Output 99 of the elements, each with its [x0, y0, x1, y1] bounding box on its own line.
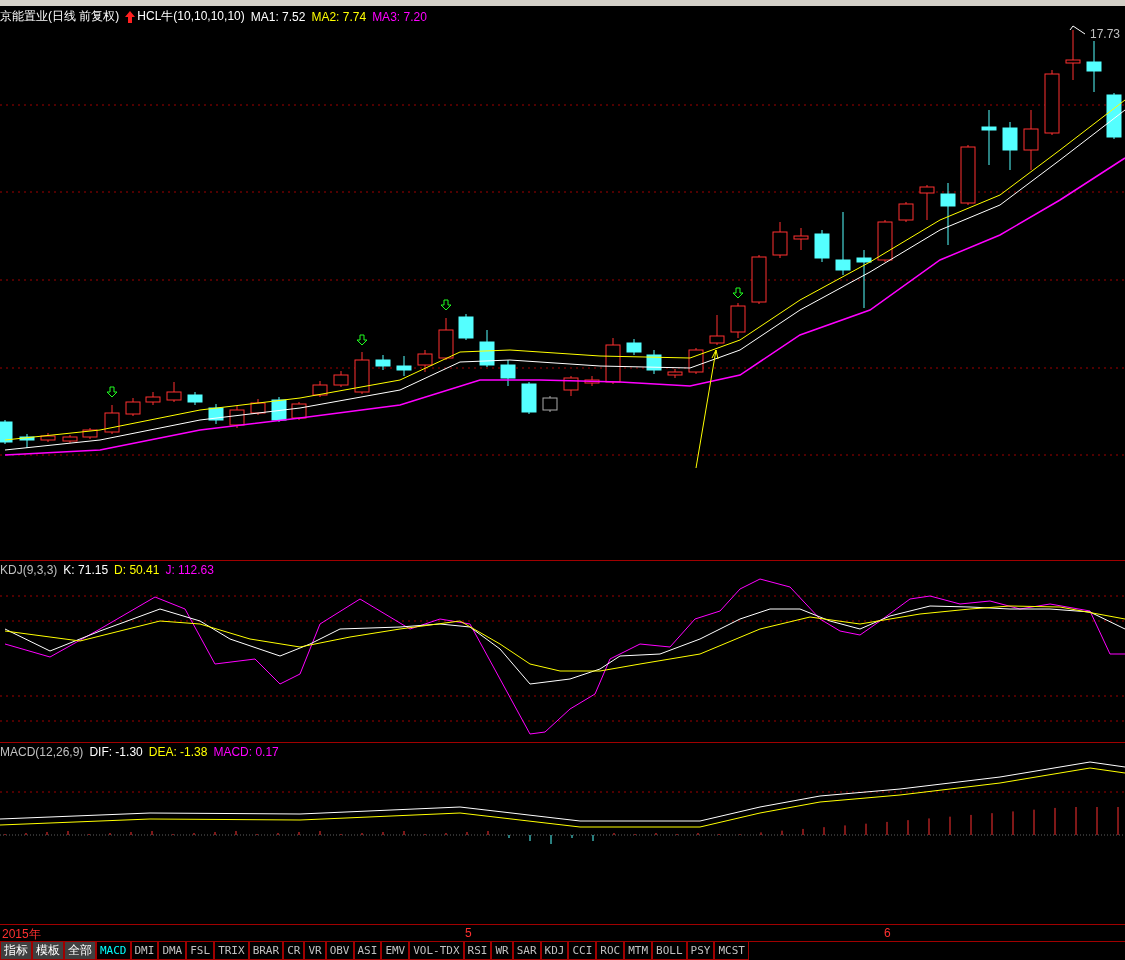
candlestick — [375, 354, 391, 371]
indicator-tab[interactable]: ROC — [596, 942, 625, 960]
candlestick — [1065, 29, 1081, 81]
candlestick — [208, 403, 224, 425]
candlestick — [856, 249, 872, 309]
candlestick — [187, 391, 203, 406]
legend-text: D: 50.41 — [114, 563, 160, 577]
down-arrow-icon — [732, 287, 744, 299]
indicator-tab[interactable]: EMV — [381, 942, 410, 960]
candlestick — [0, 419, 13, 445]
candlestick — [145, 391, 161, 406]
candlestick — [584, 375, 600, 387]
candlestick — [250, 398, 266, 416]
candlestick — [125, 397, 141, 417]
candlestick — [1106, 92, 1122, 140]
candlestick — [940, 182, 956, 246]
date-label: 5 — [465, 926, 472, 940]
down-arrow-icon — [356, 334, 368, 346]
candlestick — [981, 109, 997, 166]
indicator-tab[interactable]: BRAR — [248, 942, 284, 960]
candlestick — [793, 227, 809, 251]
price-label: 17.73 — [1088, 27, 1121, 41]
tool-button[interactable]: 全部 — [64, 942, 96, 960]
tool-button[interactable]: 模板 — [32, 942, 64, 960]
legend-text: DIF: -1.30 — [89, 745, 143, 759]
candlestick — [835, 211, 851, 276]
candlestick — [104, 404, 120, 435]
candlestick — [438, 317, 454, 361]
indicator-tab[interactable]: TRIX — [214, 942, 249, 960]
candlestick — [751, 254, 767, 305]
down-arrow-icon — [440, 299, 452, 311]
indicator-tab[interactable]: FSL — [186, 942, 215, 960]
indicator-tab[interactable]: SAR — [512, 942, 541, 960]
candlestick — [396, 355, 412, 377]
legend-text: MA1: 7.52 — [250, 9, 306, 24]
legend-text: DEA: -1.38 — [148, 745, 208, 759]
candlestick — [1044, 69, 1060, 136]
indicator-tab[interactable]: OBV — [325, 942, 354, 960]
candlestick — [166, 381, 182, 403]
indicator-tab[interactable]: RSI — [463, 942, 492, 960]
candlestick — [877, 219, 893, 263]
candlestick — [500, 359, 516, 387]
candlestick — [960, 144, 976, 206]
indicator-tab[interactable]: ASI — [353, 942, 382, 960]
candlestick — [605, 337, 621, 385]
chart-title: 京能置业(日线 前复权) — [0, 8, 120, 25]
down-arrow-icon — [106, 386, 118, 398]
candlestick — [229, 405, 245, 429]
indicator-tab[interactable]: DMA — [158, 942, 187, 960]
legend-text: MACD: 0.17 — [213, 745, 279, 759]
candlestick — [62, 434, 78, 444]
indicator-tab[interactable]: MACD — [96, 942, 131, 960]
legend-text: J: 112.63 — [165, 563, 214, 577]
indicator-tab[interactable]: PSY — [686, 942, 715, 960]
legend-text: KDJ(9,3,3) — [0, 563, 58, 577]
candlestick — [312, 380, 328, 398]
up-arrow-icon — [125, 10, 136, 23]
candlestick — [919, 184, 935, 221]
legend-text: MA3: 7.20 — [372, 9, 427, 24]
indicator-tab[interactable]: VR — [304, 942, 326, 960]
peak-marker — [1069, 25, 1086, 35]
indicator-tab[interactable]: MCST — [714, 942, 749, 960]
indicator-tab[interactable]: DMI — [130, 942, 159, 960]
candlestick — [542, 395, 558, 413]
legend-text: MACD(12,26,9) — [0, 745, 84, 759]
candlestick — [417, 349, 433, 373]
candlestick — [709, 314, 725, 346]
indicator-tab[interactable]: MTM — [624, 942, 653, 960]
candlestick — [730, 302, 746, 339]
date-label: 2015年 — [2, 926, 41, 943]
legend-text: MA2: 7.74 — [311, 9, 367, 24]
candlestick — [898, 201, 914, 223]
candlestick — [814, 229, 830, 263]
candlestick — [1002, 121, 1018, 171]
indicator-tab[interactable]: WR — [491, 942, 513, 960]
legend-text: K: 71.15 — [63, 563, 109, 577]
indicator-tab[interactable]: CR — [283, 942, 305, 960]
tool-button[interactable]: 指标 — [0, 942, 32, 960]
candlestick — [667, 368, 683, 379]
candlestick — [40, 432, 56, 443]
legend-text: HCL牛(10,10,10,10) — [137, 8, 245, 25]
candlestick — [82, 427, 98, 440]
indicator-tab[interactable]: KDJ — [540, 942, 569, 960]
candlestick — [479, 329, 495, 368]
indicator-tab[interactable]: VOL-TDX — [409, 942, 464, 960]
candlestick — [458, 313, 474, 341]
date-label: 6 — [884, 926, 891, 940]
candlestick — [333, 370, 349, 388]
candlestick — [19, 433, 35, 449]
candlestick — [354, 351, 370, 395]
candlestick — [521, 381, 537, 415]
candlestick — [626, 338, 642, 356]
candlestick — [291, 401, 307, 421]
indicator-tab[interactable]: CCI — [568, 942, 597, 960]
candlestick — [1023, 109, 1039, 171]
indicator-tab[interactable]: BOLL — [652, 942, 687, 960]
candlestick — [563, 375, 579, 397]
candlestick — [772, 221, 788, 259]
candlestick — [646, 349, 662, 375]
